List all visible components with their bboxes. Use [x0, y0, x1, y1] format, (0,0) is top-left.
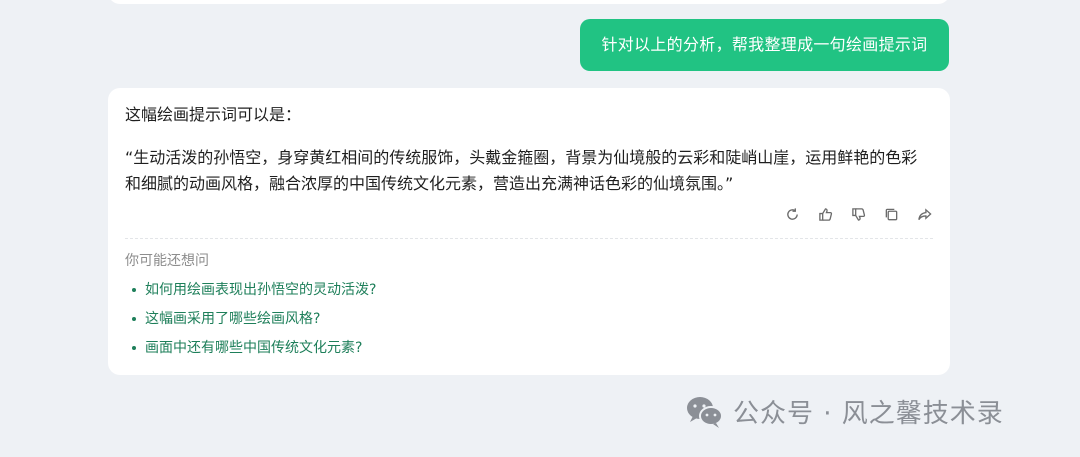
- bullet-icon: [132, 317, 136, 321]
- suggestion-item[interactable]: 这幅画采用了哪些绘画风格?: [132, 309, 376, 329]
- thumb-down-icon[interactable]: [849, 205, 868, 224]
- suggestion-item[interactable]: 如何用绘画表现出孙悟空的灵动活泼?: [132, 280, 376, 300]
- suggestions-title: 你可能还想问: [125, 253, 209, 269]
- refresh-icon[interactable]: [783, 205, 802, 224]
- watermark: 公众号 · 风之馨技术录: [685, 393, 1004, 430]
- previous-card-edge: [108, 0, 950, 4]
- answer-actions: [783, 205, 934, 224]
- divider: [125, 238, 933, 239]
- suggestion-item[interactable]: 画面中还有哪些中国传统文化元素?: [132, 338, 376, 358]
- answer-body: “生动活泼的孙悟空，身穿黄红相间的传统服饰，头戴金箍圈，背景为仙境般的云彩和陡峭…: [125, 148, 918, 193]
- bullet-icon: [132, 346, 136, 350]
- bullet-icon: [132, 288, 136, 292]
- assistant-answer-card: 这幅绘画提示词可以是： “生动活泼的孙悟空，身穿黄红相间的传统服饰，头戴金箍圈，…: [108, 88, 950, 375]
- wechat-icon: [687, 396, 723, 428]
- copy-icon[interactable]: [882, 205, 901, 224]
- user-message-bubble: 针对以上的分析，帮我整理成一句绘画提示词: [580, 19, 949, 71]
- suggestion-text: 这幅画采用了哪些绘画风格?: [145, 311, 321, 327]
- suggestion-text: 画面中还有哪些中国传统文化元素?: [145, 340, 363, 356]
- answer-intro: 这幅绘画提示词可以是：: [125, 105, 302, 124]
- watermark-text: 公众号 · 风之馨技术录: [733, 399, 1004, 429]
- suggestions-list: 如何用绘画表现出孙悟空的灵动活泼? 这幅画采用了哪些绘画风格? 画面中还有哪些中…: [132, 280, 376, 367]
- thumb-up-icon[interactable]: [816, 205, 835, 224]
- share-icon[interactable]: [915, 205, 934, 224]
- suggestion-text: 如何用绘画表现出孙悟空的灵动活泼?: [145, 282, 377, 298]
